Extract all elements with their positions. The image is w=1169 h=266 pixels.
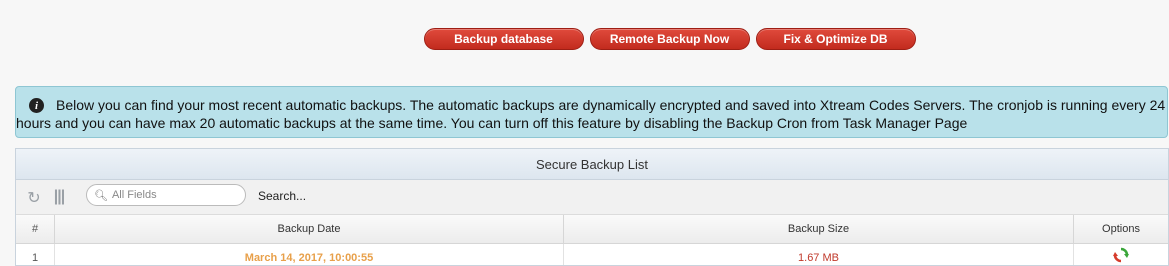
column-header-num[interactable]: # [16,215,55,244]
search-label: Search... [258,189,307,203]
search-icon: 🔍︎ [94,189,108,202]
backup-actions: Backup database Remote Backup Now Fix & … [0,28,1169,50]
column-header-date[interactable]: Backup Date [54,215,564,244]
column-header-size[interactable]: Backup Size [563,215,1074,244]
notice-text: Below you can find your most recent auto… [16,97,1166,131]
row-options [1074,244,1169,266]
remote-backup-now-button[interactable]: Remote Backup Now [589,28,750,50]
table-header-row: # Backup Date Backup Size Options [16,215,1168,244]
info-icon: i [29,98,44,113]
secure-backup-panel: Secure Backup List ↻ ||| 🔍︎ Search... # … [15,148,1169,266]
refresh-icon[interactable]: ↻ [25,188,43,208]
restore-icon[interactable] [1113,247,1129,263]
table-row: 1 March 14, 2017, 10:00:55 1.67 MB [16,243,1169,266]
columns-icon[interactable]: ||| [50,188,68,206]
backup-table: # Backup Date Backup Size Options 1 Marc… [16,215,1169,266]
fix-optimize-db-button[interactable]: Fix & Optimize DB [755,28,916,50]
row-backup-date: March 14, 2017, 10:00:55 [54,243,564,265]
table-toolbar: ↻ ||| 🔍︎ Search... [16,180,1168,215]
search-box[interactable]: 🔍︎ [86,184,246,206]
search-input[interactable] [109,188,234,202]
row-num: 1 [16,243,55,265]
column-header-options: Options [1073,215,1168,244]
panel-title: Secure Backup List [16,149,1168,180]
backup-info-notice: i Below you can find your most recent au… [15,86,1168,138]
backup-database-button[interactable]: Backup database [423,28,584,50]
row-backup-size: 1.67 MB [563,243,1074,265]
